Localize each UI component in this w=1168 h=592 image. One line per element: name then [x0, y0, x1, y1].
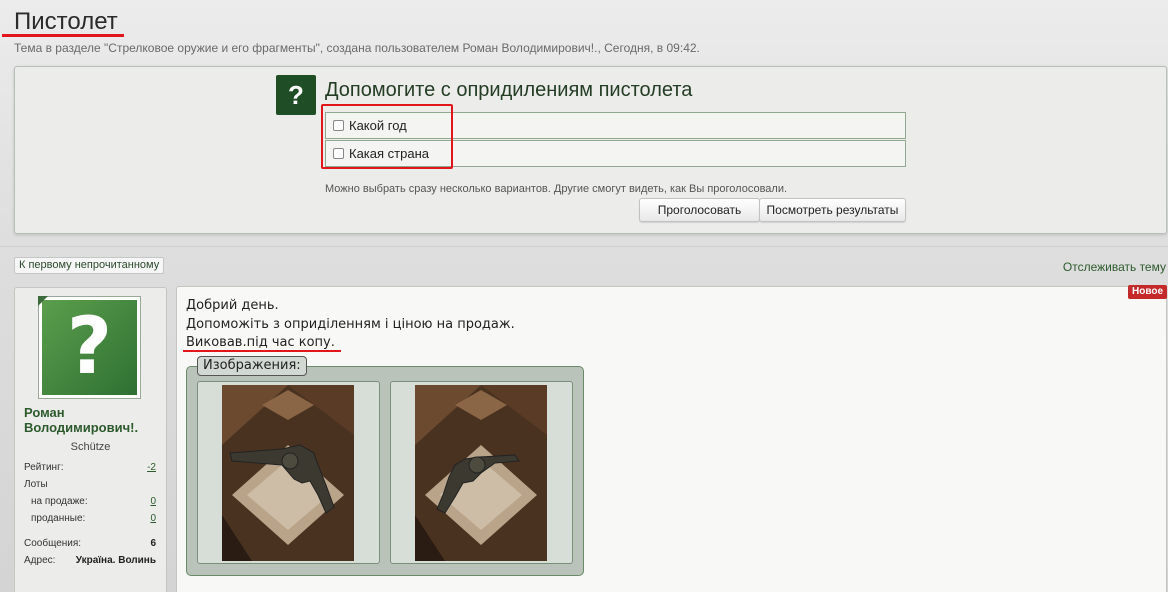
stat-label: на продаже:: [31, 496, 88, 507]
stat-lots: Лоты: [24, 479, 156, 490]
view-results-button[interactable]: Посмотреть результаты: [759, 198, 906, 222]
red-highlight-box: [321, 104, 453, 169]
thread-title: Пистолет: [14, 8, 118, 35]
for-sale-link[interactable]: 0: [150, 496, 156, 507]
avatar[interactable]: ?: [38, 296, 141, 399]
title-red-underline: [2, 34, 124, 37]
stat-rating: Рейтинг: -2: [24, 462, 156, 473]
first-unread-button[interactable]: К первому непрочитанному: [14, 257, 165, 274]
stat-sold: проданные: 0: [24, 513, 156, 524]
stat-for-sale: на продаже: 0: [24, 496, 156, 507]
poll-hint: Можно выбрать сразу несколько вариантов.…: [325, 183, 788, 195]
divider: [0, 246, 1168, 247]
username-link[interactable]: Роман Володимирович!.: [24, 405, 154, 435]
address-value: Україна. Волинь: [75, 555, 156, 566]
rating-link[interactable]: -2: [147, 462, 156, 473]
stat-label: Сообщения:: [24, 538, 82, 549]
stat-messages: Сообщения: 6: [24, 538, 156, 549]
stat-label: проданные:: [31, 513, 86, 524]
user-title: Schütze: [70, 441, 111, 453]
stat-label: Лоты: [24, 479, 48, 490]
post-red-underline: [183, 350, 341, 352]
question-avatar-icon: ?: [42, 300, 137, 395]
watch-thread-link[interactable]: Отслеживать тему: [1063, 260, 1166, 274]
avatar-corner-icon: [38, 296, 48, 306]
attachments-label: Изображения:: [197, 356, 307, 376]
post-line: Виковав.під час копу.: [186, 335, 335, 350]
new-badge: Новое: [1127, 285, 1167, 299]
stat-label: Адрес:: [24, 555, 56, 566]
messages-value: 6: [150, 538, 156, 549]
thread-meta: Тема в разделе "Стрелковое оружие и его …: [14, 41, 700, 55]
stat-label: Рейтинг:: [24, 462, 64, 473]
sold-link[interactable]: 0: [150, 513, 156, 524]
vote-button[interactable]: Проголосовать: [639, 198, 760, 222]
stat-address: Адрес: Україна. Волинь: [24, 555, 156, 566]
poll-question: Допомогите с опридилениям пистолета: [325, 79, 693, 101]
question-mark-icon: ?: [276, 75, 316, 115]
post-line: Добрий день.: [186, 298, 279, 313]
attachment-image[interactable]: [222, 385, 354, 561]
attachment-image[interactable]: [415, 385, 547, 561]
post-line: Допоможіть з оприділенням і ціною на про…: [186, 317, 515, 332]
